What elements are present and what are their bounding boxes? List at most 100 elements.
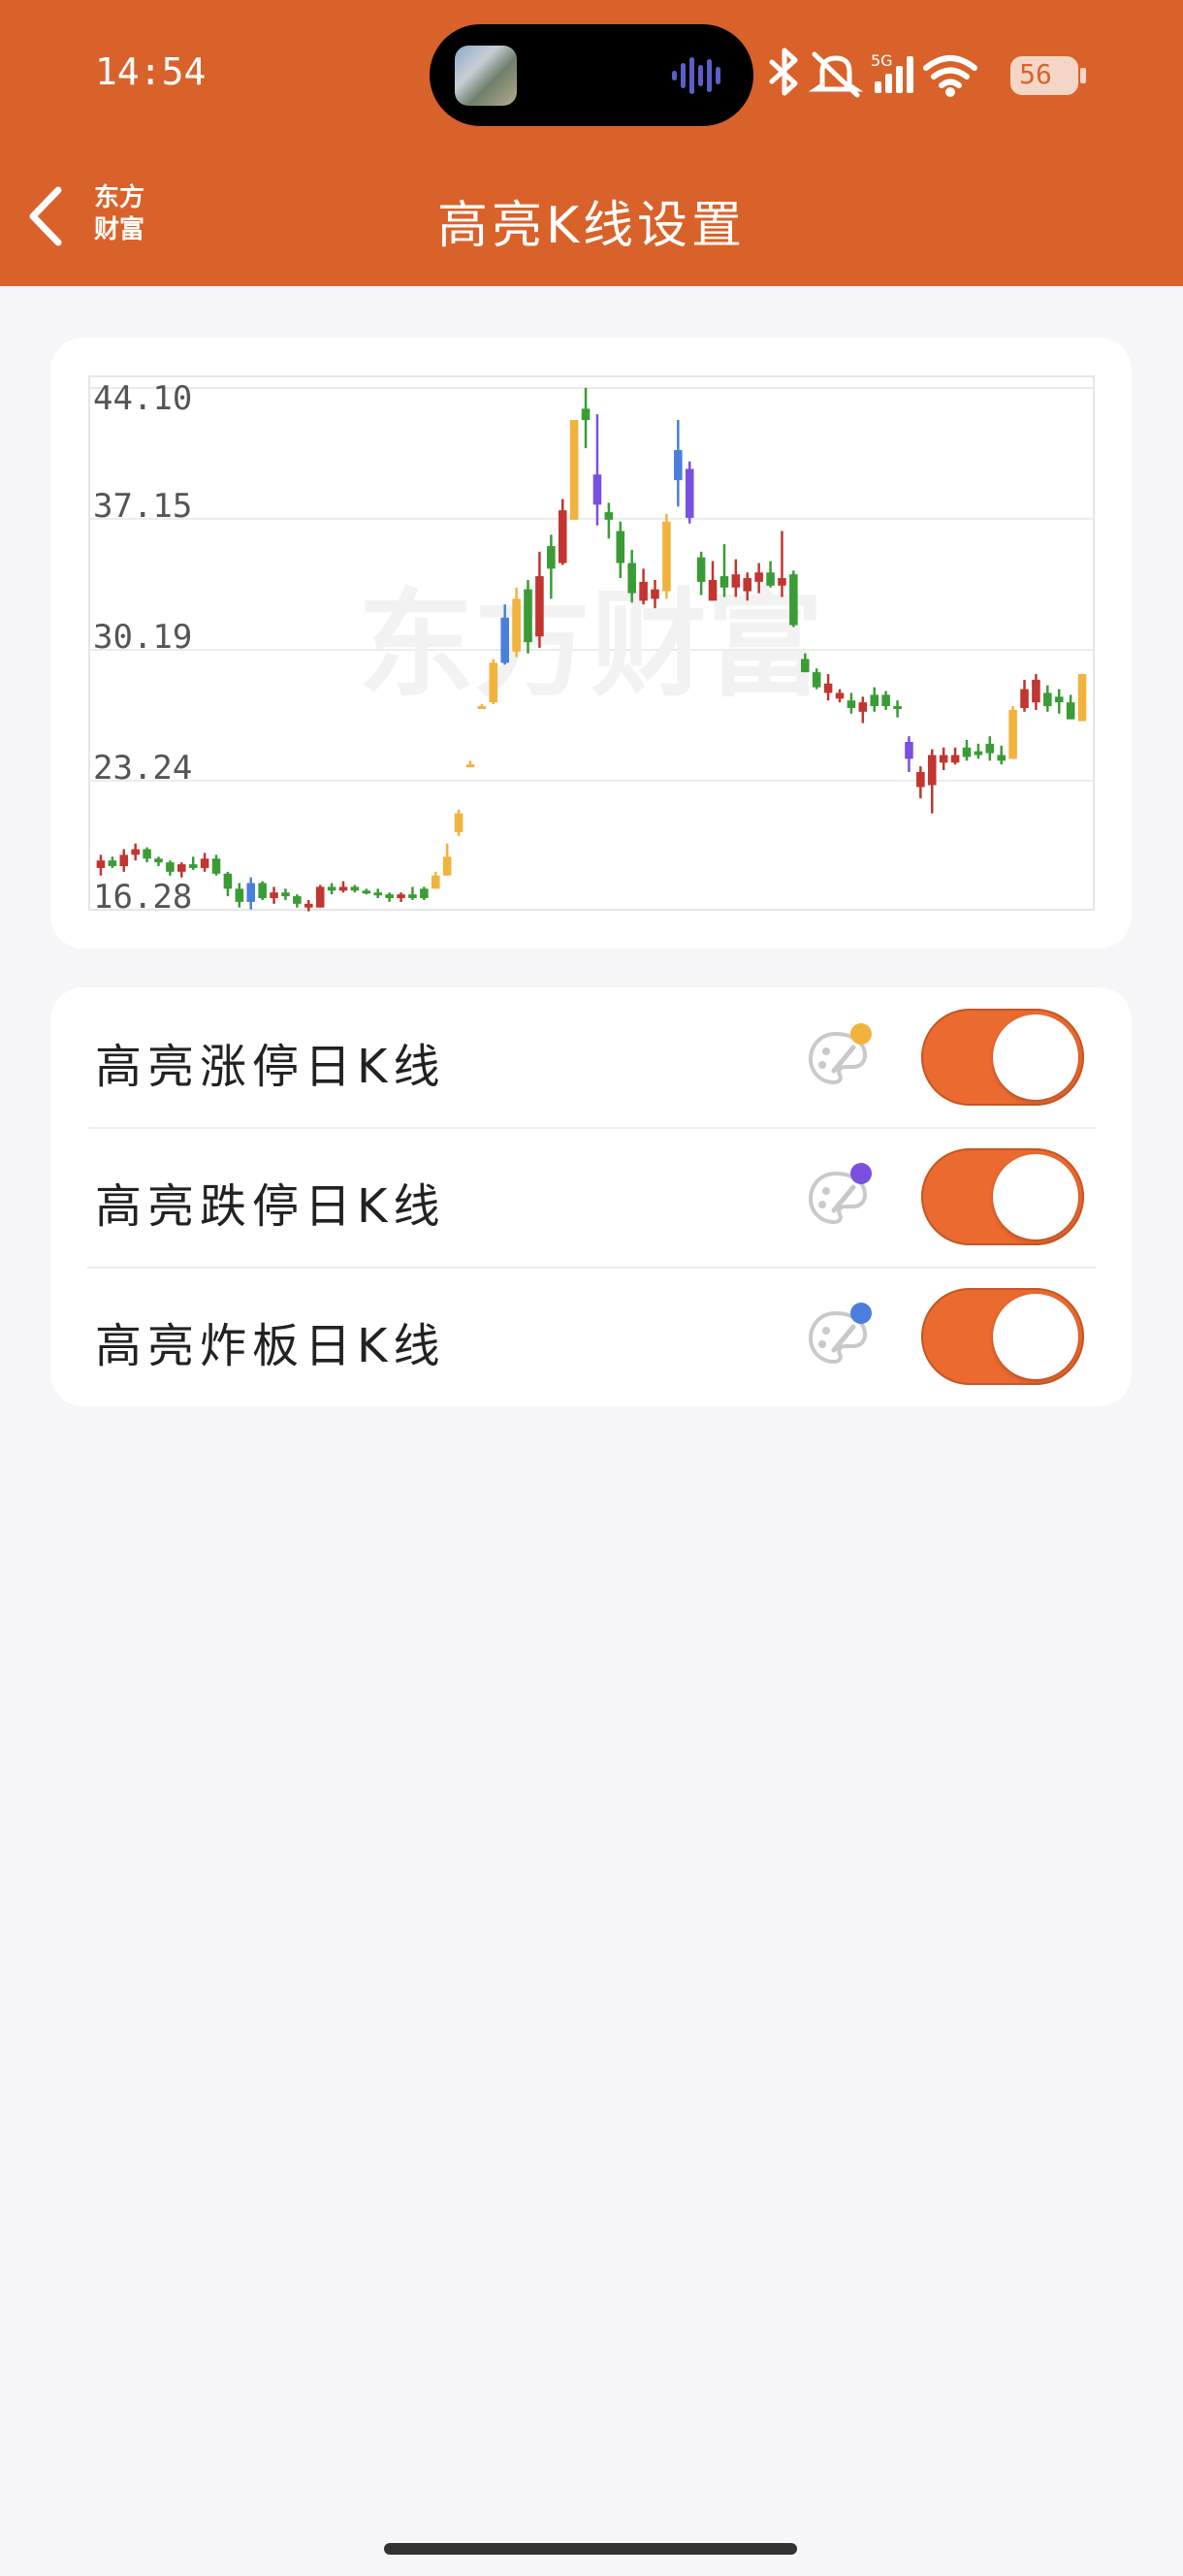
candle-body bbox=[731, 574, 741, 588]
candle-body bbox=[246, 883, 256, 902]
dynamic-island[interactable] bbox=[430, 24, 753, 126]
candle bbox=[350, 885, 360, 893]
candle bbox=[1066, 694, 1075, 720]
candle-body bbox=[696, 557, 706, 582]
status-time: 14:54 bbox=[95, 50, 207, 93]
candle bbox=[373, 888, 383, 899]
network-type: 5G bbox=[871, 51, 893, 70]
palette-icon-limit-up[interactable] bbox=[805, 1022, 875, 1092]
candle bbox=[870, 687, 879, 712]
candle-body bbox=[177, 864, 186, 872]
candle bbox=[397, 892, 405, 902]
candle bbox=[362, 888, 371, 895]
candle bbox=[270, 886, 278, 904]
app-header: 14:54 5G 56 东方 财富 高亮K线设置 bbox=[0, 0, 1183, 286]
toggle-limit-up[interactable] bbox=[921, 1009, 1084, 1106]
candle bbox=[616, 521, 625, 579]
candle-body bbox=[431, 875, 440, 889]
candle bbox=[108, 856, 117, 868]
candle bbox=[974, 743, 983, 759]
color-dot-limit-down bbox=[850, 1163, 872, 1184]
kline-preview-card: 44.10 37.15 30.19 23.24 16.28 东方财富 bbox=[50, 338, 1132, 949]
candle-body bbox=[743, 578, 752, 592]
candle bbox=[1008, 706, 1017, 759]
candle-body bbox=[847, 700, 856, 708]
candle-body bbox=[592, 474, 602, 505]
y-tick-label: 23.24 bbox=[93, 749, 192, 788]
battery-icon: 56 bbox=[1010, 56, 1086, 95]
candle-body bbox=[420, 888, 429, 899]
candle-body bbox=[985, 743, 995, 754]
candle-body bbox=[766, 572, 775, 586]
candle-body bbox=[281, 892, 290, 897]
candle-body bbox=[651, 589, 659, 599]
candle bbox=[315, 885, 325, 908]
candle bbox=[143, 847, 151, 863]
candle-body bbox=[881, 694, 890, 707]
candle-body bbox=[858, 702, 868, 712]
palette-icon-limit-down[interactable] bbox=[805, 1162, 875, 1232]
candle-body bbox=[131, 849, 140, 855]
home-indicator[interactable] bbox=[384, 2543, 797, 2555]
candle-body bbox=[270, 892, 278, 899]
highlight-settings-card: 高亮涨停日K线 高亮跌停日K线 高亮炸板日K线 bbox=[50, 987, 1132, 1406]
candle bbox=[708, 561, 718, 601]
candle bbox=[916, 766, 925, 799]
candle bbox=[223, 871, 233, 897]
candle bbox=[985, 736, 995, 761]
candle-body bbox=[200, 858, 209, 868]
y-tick-label: 16.28 bbox=[93, 878, 192, 917]
candle bbox=[454, 809, 464, 836]
toggle-limit-down[interactable] bbox=[921, 1148, 1084, 1245]
color-dot-broken-board bbox=[850, 1303, 872, 1324]
candle-body bbox=[1008, 709, 1017, 759]
bluetooth-icon bbox=[769, 48, 798, 96]
candle bbox=[293, 894, 302, 908]
candle-body bbox=[950, 755, 960, 763]
candle-body bbox=[524, 589, 532, 643]
candle bbox=[177, 862, 186, 878]
palette-icon-broken-board[interactable] bbox=[805, 1302, 875, 1371]
candle-body bbox=[1032, 679, 1040, 703]
y-tick-label: 37.15 bbox=[93, 487, 192, 526]
candle bbox=[789, 570, 798, 628]
candle-body bbox=[778, 578, 786, 586]
candle bbox=[1077, 674, 1087, 722]
bell-muted-icon bbox=[808, 51, 864, 98]
candle bbox=[939, 747, 948, 771]
candle bbox=[166, 860, 175, 876]
candle bbox=[431, 871, 440, 889]
candle bbox=[420, 886, 429, 900]
candle-body bbox=[905, 741, 913, 759]
candle bbox=[569, 419, 579, 520]
setting-row-limit-up: 高亮涨停日K线 bbox=[50, 987, 1132, 1127]
candle-body bbox=[408, 894, 417, 899]
toggle-broken-board[interactable] bbox=[921, 1288, 1084, 1385]
candle-body bbox=[304, 903, 313, 908]
candle bbox=[766, 561, 775, 588]
kline-chart: 44.10 37.15 30.19 23.24 16.28 东方财富 bbox=[88, 375, 1095, 917]
setting-label-limit-down: 高亮跌停日K线 bbox=[95, 1179, 446, 1234]
setting-row-limit-down: 高亮跌停日K线 bbox=[50, 1127, 1132, 1267]
candle-body bbox=[823, 683, 833, 693]
color-dot-limit-up bbox=[850, 1023, 872, 1045]
candle-body bbox=[373, 892, 383, 896]
battery-cap bbox=[1080, 68, 1086, 83]
candle-body bbox=[685, 468, 694, 518]
candle bbox=[211, 854, 221, 876]
toggle-knob bbox=[993, 1154, 1078, 1240]
candle bbox=[408, 886, 417, 900]
chart-watermark: 东方财富 bbox=[358, 578, 823, 713]
candle bbox=[281, 888, 290, 900]
candle bbox=[662, 514, 671, 599]
candle bbox=[592, 414, 602, 526]
candle-body bbox=[154, 858, 163, 863]
candle bbox=[1020, 679, 1029, 712]
candle-body bbox=[616, 531, 625, 564]
audio-wave-icon bbox=[672, 57, 720, 94]
candle-body bbox=[96, 860, 106, 868]
candle-body bbox=[1066, 702, 1075, 720]
setting-label-limit-up: 高亮涨停日K线 bbox=[95, 1040, 446, 1094]
candle bbox=[962, 739, 972, 761]
y-tick-label: 30.19 bbox=[93, 618, 192, 657]
